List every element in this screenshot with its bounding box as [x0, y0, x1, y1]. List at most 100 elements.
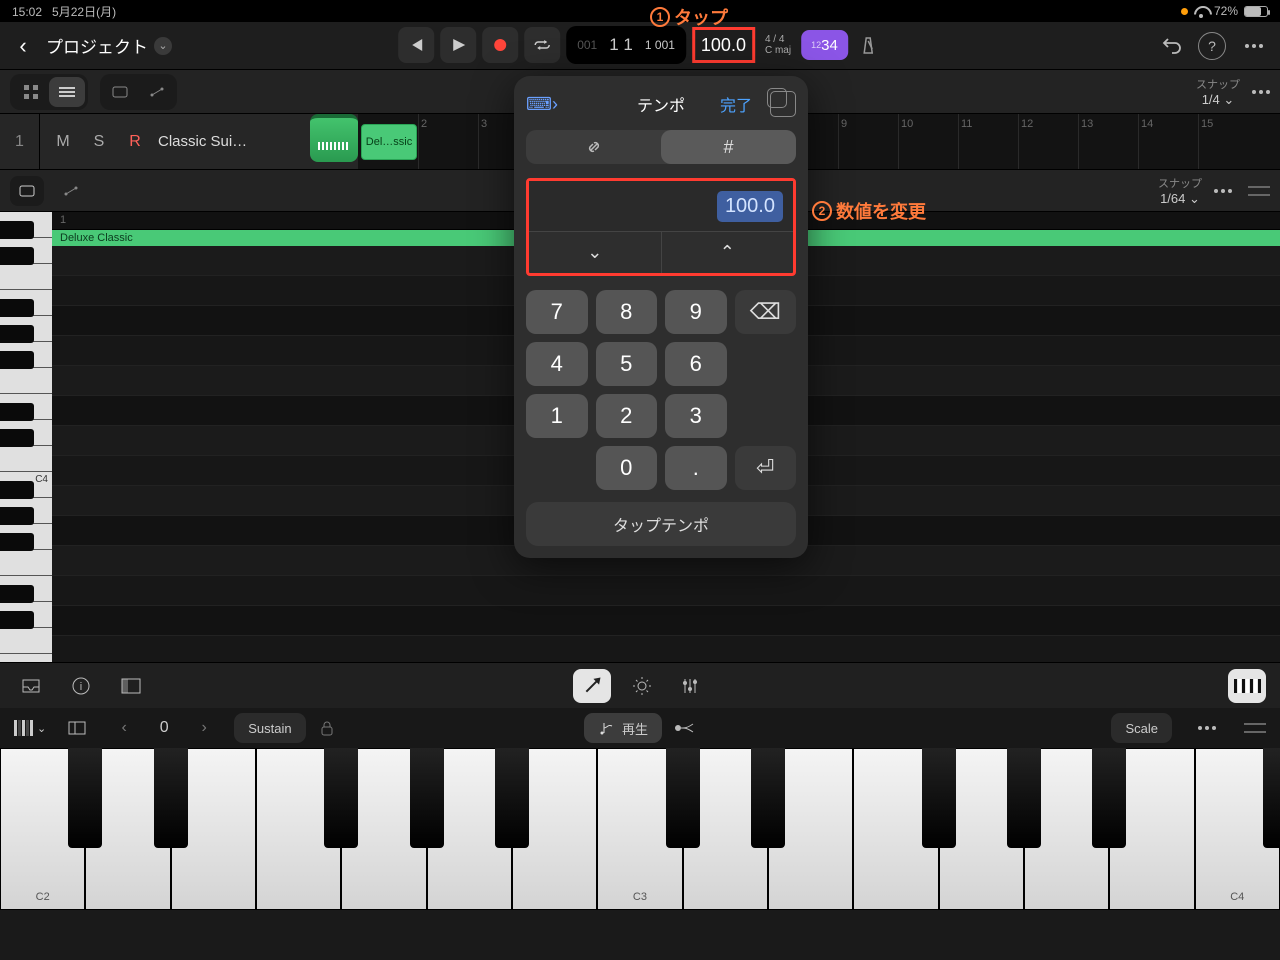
project-title-text: プロジェクト: [46, 33, 148, 58]
more-button[interactable]: [1240, 32, 1268, 60]
key-0[interactable]: 0: [596, 446, 658, 490]
grid-view-button[interactable]: [13, 77, 49, 107]
info-icon[interactable]: i: [64, 671, 98, 701]
key-2[interactable]: 2: [596, 394, 658, 438]
key-3[interactable]: 3: [665, 394, 727, 438]
black-key[interactable]: [495, 748, 529, 848]
pencil-tool[interactable]: [573, 669, 611, 703]
count-in-button[interactable]: 1234: [801, 30, 848, 60]
automation-tool-2[interactable]: [54, 176, 88, 206]
black-key[interactable]: [922, 748, 956, 848]
track-index: 1: [0, 114, 40, 169]
timesig: 4 / 4: [765, 34, 791, 45]
snap-value-2[interactable]: 1/64 ⌄: [1160, 191, 1200, 207]
mute-button[interactable]: M: [50, 129, 76, 155]
track-name[interactable]: Classic Sui…: [158, 133, 247, 150]
numeric-tab[interactable]: #: [661, 130, 796, 164]
black-key[interactable]: [68, 748, 102, 848]
keyboard-toggle[interactable]: [1228, 669, 1266, 703]
edit-mode-segment[interactable]: [100, 74, 177, 110]
black-key[interactable]: [751, 748, 785, 848]
bbar2-more[interactable]: [1198, 726, 1216, 730]
key-dot[interactable]: .: [665, 446, 727, 490]
marquee-tool[interactable]: [10, 176, 44, 206]
onscreen-keyboard[interactable]: C2C3C4: [0, 748, 1280, 910]
tap-tempo-button[interactable]: タップテンポ: [526, 502, 796, 546]
annotation-1: 1タップ: [650, 4, 728, 30]
keyboard-input-icon[interactable]: ⌨︎›: [526, 94, 558, 115]
black-key[interactable]: [1007, 748, 1041, 848]
go-to-start-button[interactable]: [398, 27, 434, 63]
split-view-icon[interactable]: [60, 713, 94, 743]
octave-down[interactable]: ‹: [108, 713, 140, 743]
record-arm-button[interactable]: R: [122, 129, 148, 155]
solo-button[interactable]: S: [86, 129, 112, 155]
scale-button[interactable]: Scale: [1111, 713, 1172, 743]
metronome-button[interactable]: [854, 31, 882, 59]
black-key[interactable]: [410, 748, 444, 848]
toolbar-more[interactable]: [1252, 90, 1270, 94]
svg-text:i: i: [80, 681, 82, 693]
help-button[interactable]: ?: [1198, 32, 1226, 60]
list-view-button[interactable]: [49, 77, 85, 107]
black-key[interactable]: [666, 748, 700, 848]
snap-value[interactable]: 1/4 ⌄: [1202, 92, 1235, 108]
key-4[interactable]: 4: [526, 342, 588, 386]
resize-handle-2[interactable]: [1244, 723, 1266, 733]
clipboard-icon[interactable]: [770, 91, 796, 117]
ruler-number: 14: [1141, 118, 1153, 130]
project-title[interactable]: プロジェクト ⌄: [46, 33, 172, 58]
black-key[interactable]: [1263, 748, 1280, 848]
backspace-key[interactable]: ⌫: [735, 290, 797, 334]
chevron-down-icon: ⌄: [154, 37, 172, 55]
sustain-button[interactable]: Sustain: [234, 713, 305, 743]
vertical-piano-keys[interactable]: C4: [0, 212, 52, 662]
tempo-input-display[interactable]: 100.0: [529, 181, 793, 231]
enter-key[interactable]: ⏎: [735, 446, 797, 490]
black-key[interactable]: [324, 748, 358, 848]
lcd-display[interactable]: 001 1 1 1 001: [566, 26, 686, 64]
lock-icon[interactable]: [320, 720, 334, 736]
signature-key-display[interactable]: 4 / 4 C maj: [761, 34, 795, 56]
done-button[interactable]: 完了: [720, 92, 752, 116]
record-button[interactable]: [482, 27, 518, 63]
glissando-icon[interactable]: [674, 721, 696, 735]
region-tool[interactable]: [103, 77, 137, 107]
tempo-display[interactable]: 100.0: [692, 27, 755, 63]
undo-button[interactable]: [1160, 34, 1184, 58]
arrangement-ruler[interactable]: Del…ssic 23456789101112131415: [358, 114, 1280, 169]
increment-button[interactable]: ⌃: [662, 232, 794, 273]
panel-icon[interactable]: [114, 671, 148, 701]
battery-icon: [1244, 6, 1268, 17]
key-label: C4: [1230, 891, 1244, 903]
ruler-number: 12: [1021, 118, 1033, 130]
midi-region[interactable]: Del…ssic: [361, 124, 417, 160]
inbox-icon[interactable]: [14, 671, 48, 701]
mixer-icon[interactable]: [673, 671, 707, 701]
key-8[interactable]: 8: [596, 290, 658, 334]
play-button[interactable]: [440, 27, 476, 63]
instrument-icon[interactable]: [310, 114, 358, 162]
play-mode-button[interactable]: 再生: [584, 713, 662, 743]
brightness-icon[interactable]: [625, 671, 659, 701]
decrement-button[interactable]: ⌄: [529, 232, 662, 273]
black-key[interactable]: [154, 748, 188, 848]
resize-handle[interactable]: [1248, 186, 1270, 196]
black-key[interactable]: [1092, 748, 1126, 848]
input-mode-segment[interactable]: #: [526, 130, 796, 164]
key-9[interactable]: 9: [665, 290, 727, 334]
cycle-button[interactable]: [524, 27, 560, 63]
octave-value: 0: [154, 719, 174, 737]
link-tab[interactable]: [526, 130, 661, 164]
key-6[interactable]: 6: [665, 342, 727, 386]
toolbar3-more[interactable]: [1214, 189, 1232, 193]
piano-icon[interactable]: ⌄: [14, 720, 46, 736]
octave-up[interactable]: ›: [188, 713, 220, 743]
back-button[interactable]: ‹: [12, 33, 34, 59]
key-7[interactable]: 7: [526, 290, 588, 334]
key-5[interactable]: 5: [596, 342, 658, 386]
key-1[interactable]: 1: [526, 394, 588, 438]
statusbar-time: 15:02: [12, 5, 42, 19]
automation-tool[interactable]: [140, 77, 174, 107]
view-mode-segment[interactable]: [10, 74, 88, 110]
